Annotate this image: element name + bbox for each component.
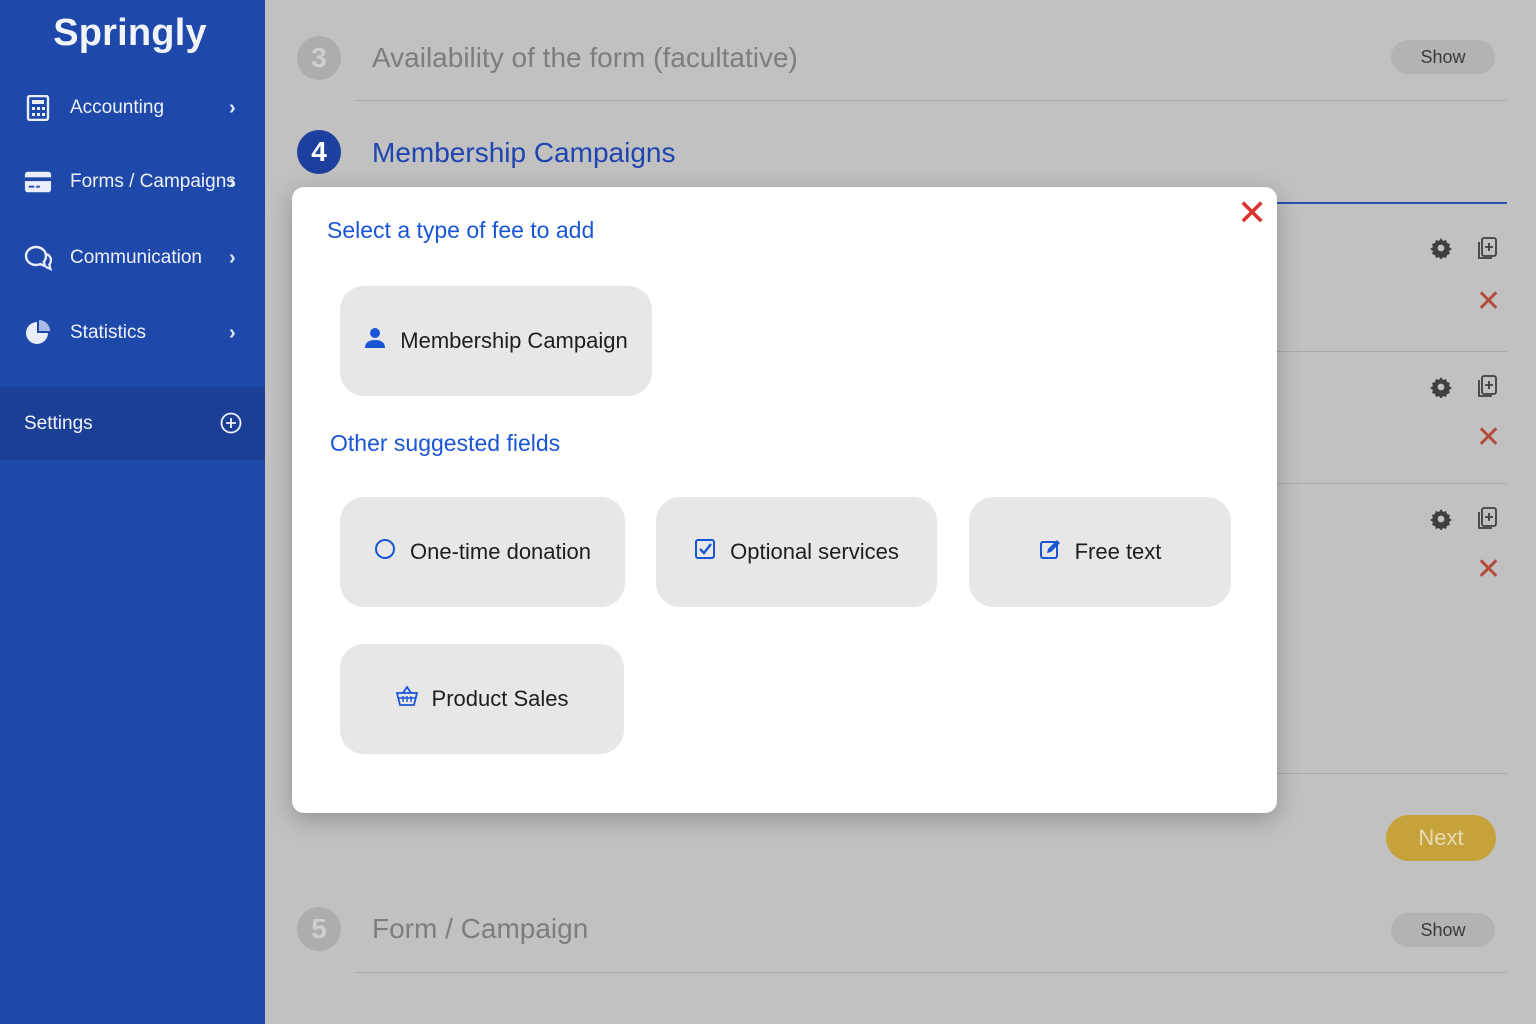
plus-circle-icon[interactable] (220, 412, 242, 434)
sidebar-item-label: Communication (70, 247, 202, 268)
option-label: Free text (1074, 539, 1162, 564)
user-icon (364, 327, 386, 355)
duplicate-icon[interactable] (1476, 507, 1498, 529)
modal-heading: Select a type of fee to add (327, 217, 595, 243)
step-title[interactable]: Form / Campaign (372, 913, 588, 945)
sidebar-item-label: Statistics (70, 322, 147, 343)
step-title[interactable]: Availability of the form (facultative) (372, 42, 798, 74)
pie-chart-icon (24, 319, 52, 347)
gear-icon[interactable] (1430, 508, 1452, 531)
gear-icon[interactable] (1430, 237, 1452, 260)
option-label: One-time donation (410, 539, 591, 564)
delete-icon[interactable]: ✕ (1476, 423, 1501, 453)
close-icon[interactable]: ✕ (1237, 195, 1267, 231)
delete-icon[interactable]: ✕ (1476, 555, 1501, 585)
suggested-fields-heading: Other suggested fields (330, 430, 561, 456)
one-time-donation-option[interactable]: One-time donation (340, 497, 625, 607)
show-button[interactable]: Show (1391, 913, 1495, 947)
sidebar-item-statistics[interactable]: Statistics › (0, 305, 265, 361)
option-label: Optional services (730, 539, 899, 564)
basket-icon (395, 685, 418, 713)
sidebar-item-label: Settings (24, 412, 93, 434)
divider (1277, 351, 1507, 352)
free-text-option[interactable]: Free text (969, 497, 1231, 607)
calculator-icon (24, 94, 52, 122)
sidebar-item-settings[interactable]: Settings (0, 387, 265, 460)
delete-icon[interactable]: ✕ (1476, 287, 1501, 317)
step-number: 5 (297, 907, 341, 951)
sidebar-item-communication[interactable]: Communication › (0, 230, 265, 286)
sidebar-item-label: Forms / Campaigns (70, 171, 236, 192)
step-number: 4 (297, 130, 341, 174)
duplicate-icon[interactable] (1476, 237, 1498, 259)
chevron-right-icon: › (229, 321, 236, 344)
credit-card-icon (24, 168, 52, 196)
step-title[interactable]: Membership Campaigns (372, 137, 675, 169)
chevron-right-icon: › (229, 246, 236, 269)
product-sales-option[interactable]: Product Sales (340, 644, 624, 754)
option-label: Membership Campaign (400, 328, 628, 353)
checkbox-checked-icon (694, 538, 716, 566)
show-button[interactable]: Show (1391, 40, 1495, 74)
add-fee-modal: ✕ Select a type of fee to add Membership… (292, 187, 1277, 813)
membership-campaign-option[interactable]: Membership Campaign (340, 286, 652, 396)
next-button[interactable]: Next (1386, 815, 1496, 861)
sidebar-item-label: Accounting (70, 97, 165, 118)
gear-icon[interactable] (1430, 376, 1452, 399)
step-number: 3 (297, 36, 341, 80)
duplicate-icon[interactable] (1476, 375, 1498, 397)
chat-bubbles-icon (24, 244, 52, 272)
chevron-right-icon: › (229, 170, 236, 193)
chevron-right-icon: › (229, 96, 236, 119)
brand-logo[interactable]: Springly (0, 12, 260, 55)
divider (355, 100, 1507, 101)
radio-circle-icon (374, 538, 396, 566)
sidebar: Springly Accounting › Forms / Campaigns … (0, 0, 265, 1024)
sidebar-item-forms-campaigns[interactable]: Forms / Campaigns › (0, 154, 265, 210)
divider (1277, 483, 1507, 484)
option-label: Product Sales (431, 686, 569, 711)
optional-services-option[interactable]: Optional services (656, 497, 937, 607)
edit-icon (1039, 538, 1061, 566)
sidebar-item-accounting[interactable]: Accounting › (0, 80, 265, 136)
divider (355, 972, 1507, 973)
